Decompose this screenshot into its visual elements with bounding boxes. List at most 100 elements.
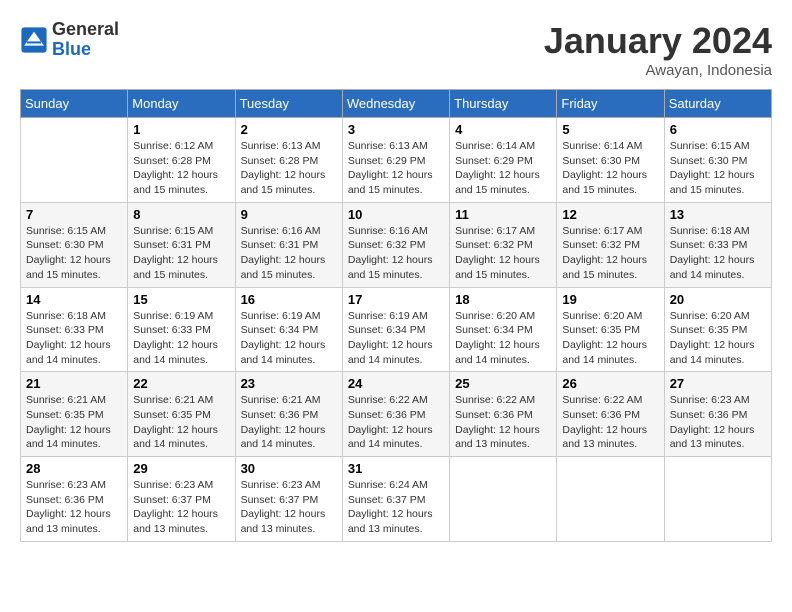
day-info: Sunrise: 6:16 AM Sunset: 6:31 PM Dayligh…	[241, 224, 337, 283]
day-cell: 20 Sunrise: 6:20 AM Sunset: 6:35 PM Dayl…	[664, 287, 771, 372]
day-number: 24	[348, 376, 444, 391]
day-number: 6	[670, 122, 766, 137]
day-info: Sunrise: 6:23 AM Sunset: 6:37 PM Dayligh…	[133, 478, 229, 537]
day-cell: 1 Sunrise: 6:12 AM Sunset: 6:28 PM Dayli…	[128, 118, 235, 203]
day-header-tuesday: Tuesday	[235, 90, 342, 118]
day-number: 23	[241, 376, 337, 391]
calendar-table: SundayMondayTuesdayWednesdayThursdayFrid…	[20, 89, 772, 542]
day-cell: 19 Sunrise: 6:20 AM Sunset: 6:35 PM Dayl…	[557, 287, 664, 372]
day-number: 17	[348, 292, 444, 307]
day-cell: 23 Sunrise: 6:21 AM Sunset: 6:36 PM Dayl…	[235, 372, 342, 457]
day-cell: 21 Sunrise: 6:21 AM Sunset: 6:35 PM Dayl…	[21, 372, 128, 457]
day-cell	[21, 118, 128, 203]
page-header: General Blue January 2024 Awayan, Indone…	[20, 20, 772, 79]
day-info: Sunrise: 6:19 AM Sunset: 6:34 PM Dayligh…	[241, 309, 337, 368]
day-cell: 10 Sunrise: 6:16 AM Sunset: 6:32 PM Dayl…	[342, 202, 449, 287]
day-info: Sunrise: 6:15 AM Sunset: 6:30 PM Dayligh…	[670, 139, 766, 198]
day-cell: 15 Sunrise: 6:19 AM Sunset: 6:33 PM Dayl…	[128, 287, 235, 372]
day-number: 3	[348, 122, 444, 137]
week-row-1: 1 Sunrise: 6:12 AM Sunset: 6:28 PM Dayli…	[21, 118, 772, 203]
day-cell: 28 Sunrise: 6:23 AM Sunset: 6:36 PM Dayl…	[21, 457, 128, 542]
day-header-wednesday: Wednesday	[342, 90, 449, 118]
day-number: 15	[133, 292, 229, 307]
day-info: Sunrise: 6:23 AM Sunset: 6:37 PM Dayligh…	[241, 478, 337, 537]
day-number: 22	[133, 376, 229, 391]
day-info: Sunrise: 6:20 AM Sunset: 6:35 PM Dayligh…	[562, 309, 658, 368]
day-info: Sunrise: 6:17 AM Sunset: 6:32 PM Dayligh…	[562, 224, 658, 283]
day-number: 12	[562, 207, 658, 222]
day-cell: 25 Sunrise: 6:22 AM Sunset: 6:36 PM Dayl…	[450, 372, 557, 457]
day-cell	[664, 457, 771, 542]
day-info: Sunrise: 6:21 AM Sunset: 6:36 PM Dayligh…	[241, 393, 337, 452]
calendar-body: 1 Sunrise: 6:12 AM Sunset: 6:28 PM Dayli…	[21, 118, 772, 542]
day-number: 29	[133, 461, 229, 476]
week-row-3: 14 Sunrise: 6:18 AM Sunset: 6:33 PM Dayl…	[21, 287, 772, 372]
day-cell: 30 Sunrise: 6:23 AM Sunset: 6:37 PM Dayl…	[235, 457, 342, 542]
day-header-thursday: Thursday	[450, 90, 557, 118]
day-cell: 6 Sunrise: 6:15 AM Sunset: 6:30 PM Dayli…	[664, 118, 771, 203]
day-number: 7	[26, 207, 122, 222]
day-cell: 12 Sunrise: 6:17 AM Sunset: 6:32 PM Dayl…	[557, 202, 664, 287]
month-title: January 2024	[544, 20, 772, 62]
week-row-5: 28 Sunrise: 6:23 AM Sunset: 6:36 PM Dayl…	[21, 457, 772, 542]
day-number: 20	[670, 292, 766, 307]
day-cell: 13 Sunrise: 6:18 AM Sunset: 6:33 PM Dayl…	[664, 202, 771, 287]
day-info: Sunrise: 6:22 AM Sunset: 6:36 PM Dayligh…	[455, 393, 551, 452]
logo-icon	[20, 26, 48, 54]
day-number: 11	[455, 207, 551, 222]
day-cell: 16 Sunrise: 6:19 AM Sunset: 6:34 PM Dayl…	[235, 287, 342, 372]
day-cell: 18 Sunrise: 6:20 AM Sunset: 6:34 PM Dayl…	[450, 287, 557, 372]
day-info: Sunrise: 6:19 AM Sunset: 6:34 PM Dayligh…	[348, 309, 444, 368]
day-cell: 11 Sunrise: 6:17 AM Sunset: 6:32 PM Dayl…	[450, 202, 557, 287]
day-number: 1	[133, 122, 229, 137]
day-info: Sunrise: 6:20 AM Sunset: 6:35 PM Dayligh…	[670, 309, 766, 368]
day-cell: 3 Sunrise: 6:13 AM Sunset: 6:29 PM Dayli…	[342, 118, 449, 203]
day-info: Sunrise: 6:13 AM Sunset: 6:29 PM Dayligh…	[348, 139, 444, 198]
day-cell: 8 Sunrise: 6:15 AM Sunset: 6:31 PM Dayli…	[128, 202, 235, 287]
day-cell: 5 Sunrise: 6:14 AM Sunset: 6:30 PM Dayli…	[557, 118, 664, 203]
day-number: 13	[670, 207, 766, 222]
day-number: 25	[455, 376, 551, 391]
day-cell: 7 Sunrise: 6:15 AM Sunset: 6:30 PM Dayli…	[21, 202, 128, 287]
day-number: 21	[26, 376, 122, 391]
day-info: Sunrise: 6:22 AM Sunset: 6:36 PM Dayligh…	[562, 393, 658, 452]
day-info: Sunrise: 6:24 AM Sunset: 6:37 PM Dayligh…	[348, 478, 444, 537]
day-cell: 29 Sunrise: 6:23 AM Sunset: 6:37 PM Dayl…	[128, 457, 235, 542]
day-number: 5	[562, 122, 658, 137]
day-number: 27	[670, 376, 766, 391]
day-info: Sunrise: 6:23 AM Sunset: 6:36 PM Dayligh…	[670, 393, 766, 452]
day-cell: 22 Sunrise: 6:21 AM Sunset: 6:35 PM Dayl…	[128, 372, 235, 457]
day-header-friday: Friday	[557, 90, 664, 118]
day-info: Sunrise: 6:22 AM Sunset: 6:36 PM Dayligh…	[348, 393, 444, 452]
week-row-2: 7 Sunrise: 6:15 AM Sunset: 6:30 PM Dayli…	[21, 202, 772, 287]
day-number: 31	[348, 461, 444, 476]
day-number: 9	[241, 207, 337, 222]
calendar-header-row: SundayMondayTuesdayWednesdayThursdayFrid…	[21, 90, 772, 118]
day-cell: 31 Sunrise: 6:24 AM Sunset: 6:37 PM Dayl…	[342, 457, 449, 542]
logo-text: General Blue	[52, 20, 119, 60]
day-info: Sunrise: 6:18 AM Sunset: 6:33 PM Dayligh…	[670, 224, 766, 283]
day-cell: 24 Sunrise: 6:22 AM Sunset: 6:36 PM Dayl…	[342, 372, 449, 457]
day-cell: 14 Sunrise: 6:18 AM Sunset: 6:33 PM Dayl…	[21, 287, 128, 372]
logo: General Blue	[20, 20, 119, 60]
day-cell: 2 Sunrise: 6:13 AM Sunset: 6:28 PM Dayli…	[235, 118, 342, 203]
day-cell: 17 Sunrise: 6:19 AM Sunset: 6:34 PM Dayl…	[342, 287, 449, 372]
logo-general: General	[52, 19, 119, 39]
day-number: 2	[241, 122, 337, 137]
day-info: Sunrise: 6:23 AM Sunset: 6:36 PM Dayligh…	[26, 478, 122, 537]
day-info: Sunrise: 6:17 AM Sunset: 6:32 PM Dayligh…	[455, 224, 551, 283]
day-cell: 4 Sunrise: 6:14 AM Sunset: 6:29 PM Dayli…	[450, 118, 557, 203]
title-block: January 2024 Awayan, Indonesia	[544, 20, 772, 79]
day-number: 16	[241, 292, 337, 307]
day-header-sunday: Sunday	[21, 90, 128, 118]
day-number: 30	[241, 461, 337, 476]
day-cell: 9 Sunrise: 6:16 AM Sunset: 6:31 PM Dayli…	[235, 202, 342, 287]
day-cell: 27 Sunrise: 6:23 AM Sunset: 6:36 PM Dayl…	[664, 372, 771, 457]
day-info: Sunrise: 6:14 AM Sunset: 6:30 PM Dayligh…	[562, 139, 658, 198]
day-info: Sunrise: 6:12 AM Sunset: 6:28 PM Dayligh…	[133, 139, 229, 198]
day-number: 14	[26, 292, 122, 307]
day-number: 10	[348, 207, 444, 222]
day-header-saturday: Saturday	[664, 90, 771, 118]
day-header-monday: Monday	[128, 90, 235, 118]
day-cell: 26 Sunrise: 6:22 AM Sunset: 6:36 PM Dayl…	[557, 372, 664, 457]
